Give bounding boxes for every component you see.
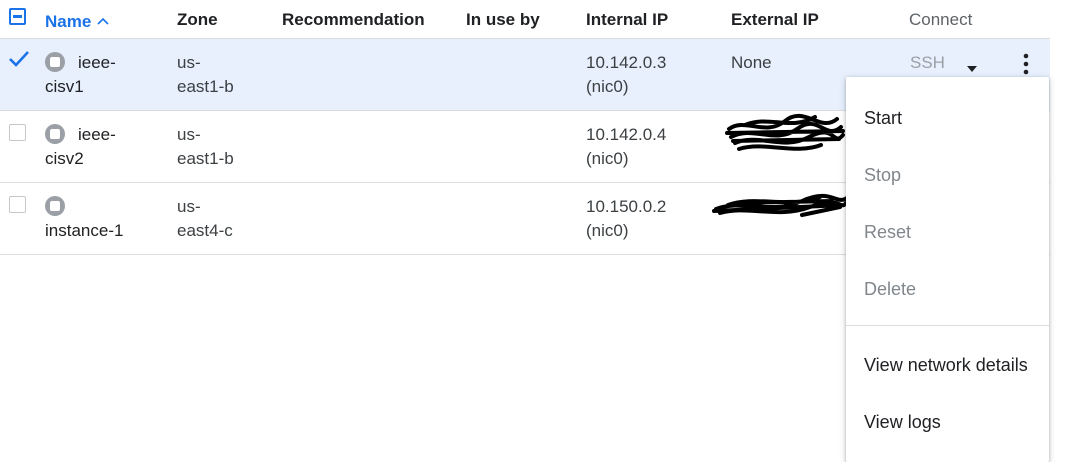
zone-line1: us- — [177, 53, 201, 72]
menu-divider — [846, 325, 1049, 326]
zone-line2: east4-c — [177, 221, 233, 240]
column-header-internal-ip[interactable]: Internal IP — [586, 10, 668, 30]
instance-name-line2: cisv1 — [45, 77, 84, 96]
column-header-external-ip[interactable]: External IP — [731, 10, 819, 30]
instance-name-line2: cisv2 — [45, 149, 84, 168]
internal-ip-cell: 10.150.0.2 (nic0) — [586, 195, 696, 243]
internal-ip-line1: 10.150.0.2 — [586, 197, 667, 216]
more-vert-icon — [1023, 53, 1029, 75]
zone-cell: us- east1-b — [177, 123, 257, 171]
actions-menu: Start Stop Reset Delete View network det… — [846, 77, 1049, 462]
table-header: Name Zone Recommendation In use by Inter… — [0, 0, 1050, 39]
instance-name-link[interactable]: ieee- cisv1 — [45, 51, 145, 99]
menu-item-view-network-details[interactable]: View network details — [864, 355, 1028, 376]
column-header-connect: Connect — [909, 10, 973, 29]
column-header-in-use-by[interactable]: In use by — [466, 10, 540, 30]
instance-name-link[interactable]: instance-1 — [45, 195, 145, 243]
internal-ip-line2: (nic0) — [586, 149, 629, 168]
zone-cell: us- east1-b — [177, 51, 257, 99]
internal-ip-line2: (nic0) — [586, 221, 629, 240]
row-checkbox-checked[interactable] — [9, 51, 29, 69]
zone-line1: us- — [177, 197, 201, 216]
instance-name-line2: instance-1 — [45, 221, 124, 240]
menu-item-stop[interactable]: Stop — [864, 165, 901, 186]
zone-line2: east1-b — [177, 77, 234, 96]
select-all-checkbox[interactable] — [9, 8, 26, 25]
more-actions-button[interactable] — [1016, 51, 1036, 77]
zone-line2: east1-b — [177, 149, 234, 168]
menu-item-view-logs[interactable]: View logs — [864, 412, 941, 433]
ssh-button[interactable]: SSH — [910, 51, 945, 75]
internal-ip-cell: 10.142.0.4 (nic0) — [586, 123, 696, 171]
instance-name-line1: ieee- — [78, 125, 116, 144]
column-header-name[interactable]: Name — [45, 10, 109, 32]
arrow-up-icon — [97, 10, 109, 30]
redaction-scribble — [712, 193, 850, 217]
menu-item-reset[interactable]: Reset — [864, 222, 911, 243]
instance-name-link[interactable]: ieee- cisv2 — [45, 123, 145, 171]
column-header-zone[interactable]: Zone — [177, 10, 218, 30]
redaction-scribble — [725, 113, 845, 151]
external-ip-cell: None — [731, 53, 772, 72]
zone-line1: us- — [177, 125, 201, 144]
menu-item-delete[interactable]: Delete — [864, 279, 916, 300]
menu-item-start[interactable]: Start — [864, 108, 902, 129]
row-checkbox[interactable] — [9, 196, 26, 213]
instance-name-line1: ieee- — [78, 53, 116, 72]
internal-ip-line1: 10.142.0.4 — [586, 125, 667, 144]
column-header-name-label: Name — [45, 12, 92, 31]
internal-ip-cell: 10.142.0.3 (nic0) — [586, 51, 696, 99]
ssh-dropdown-arrow-icon[interactable] — [967, 59, 977, 77]
row-checkbox[interactable] — [9, 124, 26, 141]
internal-ip-line1: 10.142.0.3 — [586, 53, 667, 72]
zone-cell: us- east4-c — [177, 195, 257, 243]
internal-ip-line2: (nic0) — [586, 77, 629, 96]
column-header-recommendation[interactable]: Recommendation — [282, 10, 425, 30]
checkmark-icon — [9, 51, 29, 67]
